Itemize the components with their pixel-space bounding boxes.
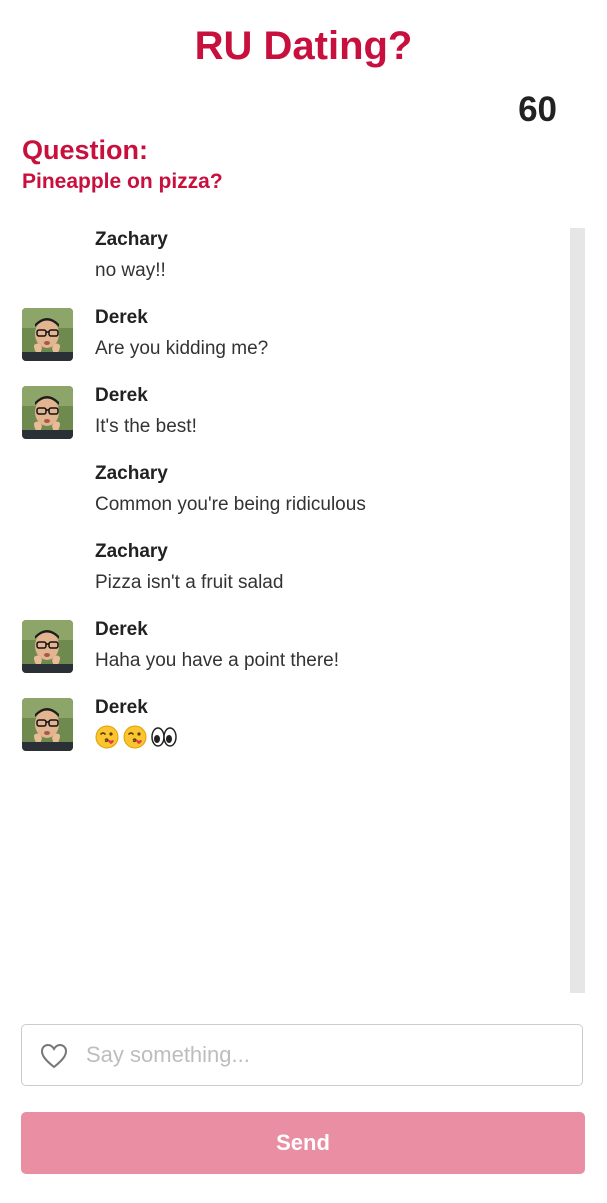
chat-message: Derek It's the best! xyxy=(0,376,570,454)
message-text: Haha you have a point there! xyxy=(95,650,340,671)
user-photo-icon xyxy=(22,308,73,361)
message-text: Are you kidding me? xyxy=(95,338,269,359)
avatar xyxy=(22,620,73,673)
send-button[interactable]: Send xyxy=(21,1112,585,1174)
message-composer[interactable] xyxy=(21,1024,583,1086)
message-author: Derek xyxy=(95,619,148,640)
chat-message: Derek Haha you have a point there! xyxy=(0,610,570,688)
avatar xyxy=(22,386,73,439)
face-blowing-kiss-icon xyxy=(123,725,147,756)
user-photo-icon xyxy=(22,620,73,673)
message-author: Zachary xyxy=(95,463,168,484)
chat-message: Derek Are you kidding me? xyxy=(0,298,570,376)
message-author: Zachary xyxy=(95,229,168,250)
chat-message: Zachary Common you're being ridiculous xyxy=(0,454,570,532)
user-photo-icon xyxy=(22,386,73,439)
message-author: Derek xyxy=(95,307,148,328)
chat-message: Derek xyxy=(0,688,570,766)
app-title: RU Dating? xyxy=(194,24,413,68)
chat-message: Zachary Pizza isn't a fruit salad xyxy=(0,532,570,610)
chat-scrollbar[interactable] xyxy=(570,228,585,993)
face-blowing-kiss-icon xyxy=(95,725,119,756)
user-photo-icon xyxy=(22,698,73,751)
message-emoji-row xyxy=(95,725,181,756)
avatar xyxy=(22,698,73,751)
message-text: no way!! xyxy=(95,260,166,281)
chat-message: Zachary no way!! xyxy=(0,220,570,298)
message-author: Zachary xyxy=(95,541,168,562)
countdown-timer: 60 xyxy=(518,90,557,129)
message-text: Pizza isn't a fruit salad xyxy=(95,572,284,593)
message-input[interactable] xyxy=(86,1025,566,1085)
message-author: Derek xyxy=(95,385,148,406)
message-text: It's the best! xyxy=(95,416,197,437)
question-heading: Question: xyxy=(22,135,148,165)
heart-icon[interactable] xyxy=(40,1043,68,1069)
message-author: Derek xyxy=(95,697,148,718)
avatar xyxy=(22,308,73,361)
question-text: Pineapple on pizza? xyxy=(22,170,223,193)
eyes-icon xyxy=(151,725,177,756)
message-text: Common you're being ridiculous xyxy=(95,494,366,515)
chat-feed[interactable]: Zachary no way!! Derek Are you kidding m… xyxy=(0,220,570,995)
